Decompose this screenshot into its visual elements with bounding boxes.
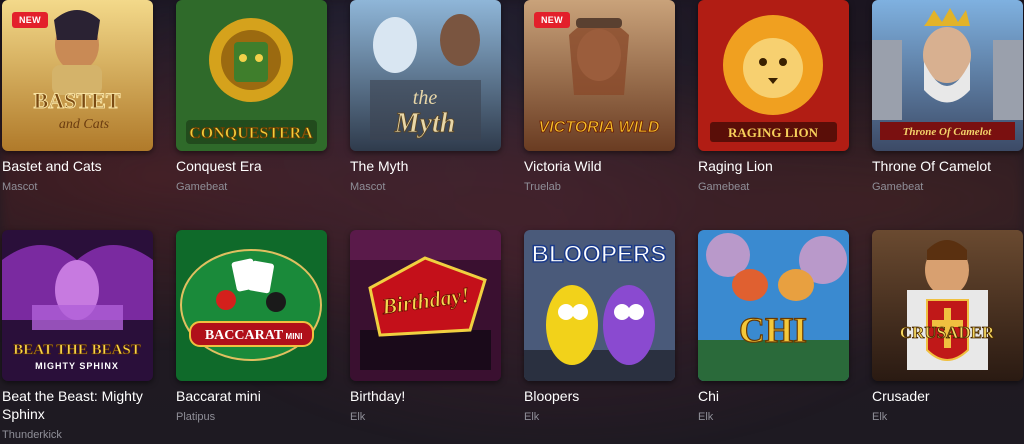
new-badge: NEW <box>12 12 48 28</box>
game-title[interactable]: Raging Lion <box>698 157 849 175</box>
game-card-crusader[interactable]: CRUSADER Crusader Elk <box>872 230 1023 424</box>
game-thumbnail[interactable]: the Myth <box>350 0 501 151</box>
game-card-raging-lion[interactable]: RAGING LION Raging Lion Gamebeat <box>698 0 849 194</box>
game-title[interactable]: Bastet and Cats <box>2 157 153 175</box>
game-provider: Platipus <box>176 411 216 423</box>
game-thumbnail[interactable]: RAGING LION <box>698 0 849 151</box>
game-logo-subtext: MINI <box>286 332 303 341</box>
game-logo-text: BASTET <box>34 88 121 113</box>
game-logo-text: Throne Of Camelot <box>903 126 993 138</box>
game-provider: Mascot <box>350 181 386 193</box>
game-title[interactable]: The Myth <box>350 157 501 175</box>
game-logo-text: BACCARAT <box>205 328 284 343</box>
game-provider: Thunderkick <box>2 429 62 441</box>
game-thumbnail[interactable]: CONQUESTERA <box>176 0 327 151</box>
game-card-throne-of-camelot[interactable]: Throne Of Camelot Throne Of Camelot Game… <box>872 0 1023 194</box>
game-thumbnail[interactable]: VICTORIA WILD NEW <box>524 0 675 151</box>
game-provider: Gamebeat <box>872 181 924 193</box>
game-card-baccarat-mini[interactable]: BACCARAT MINI Baccarat mini Platipus <box>176 230 327 424</box>
game-logo-text: CONQUESTERA <box>189 125 313 142</box>
game-thumbnail[interactable]: CRUSADER <box>872 230 1023 381</box>
game-provider: Gamebeat <box>698 181 750 193</box>
game-logo-subtext: MIGHTY SPHINX <box>35 361 119 371</box>
game-logo-text: CRUSADER <box>900 323 995 342</box>
game-thumbnail[interactable]: CHI <box>698 230 849 381</box>
game-thumbnail[interactable]: BLOOPERS <box>524 230 675 381</box>
game-logo-text: BEAT THE BEAST <box>13 342 141 358</box>
game-thumbnail[interactable]: BEAT THE BEAST MIGHTY SPHINX <box>2 230 153 381</box>
game-card-bloopers[interactable]: BLOOPERS Bloopers Elk <box>524 230 675 424</box>
game-provider: Gamebeat <box>176 181 228 193</box>
game-title[interactable]: Conquest Era <box>176 157 327 175</box>
game-logo-text: RAGING LION <box>728 125 819 140</box>
game-card-conquest-era[interactable]: CONQUESTERA Conquest Era Gamebeat <box>176 0 327 194</box>
game-provider: Elk <box>872 411 888 423</box>
game-card-bastet-and-cats[interactable]: BASTET and Cats NEW Bastet and Cats Masc… <box>2 0 153 194</box>
game-provider: Elk <box>698 411 714 423</box>
game-provider: Truelab <box>524 181 561 193</box>
game-title[interactable]: Bloopers <box>524 387 675 405</box>
game-logo-text: VICTORIA WILD <box>539 119 660 136</box>
game-card-birthday[interactable]: Birthday! Birthday! Elk <box>350 230 501 424</box>
game-title[interactable]: Beat the Beast: Mighty Sphinx <box>2 387 153 423</box>
game-thumbnail[interactable]: BASTET and Cats NEW <box>2 0 153 151</box>
game-logo-text: the <box>413 87 438 109</box>
game-logo-text: BLOOPERS <box>532 241 667 268</box>
game-provider: Elk <box>350 411 366 423</box>
game-logo-subtext: Myth <box>394 108 456 139</box>
game-title[interactable]: Baccarat mini <box>176 387 327 405</box>
game-provider: Elk <box>524 411 540 423</box>
game-provider: Mascot <box>2 181 38 193</box>
game-card-the-myth[interactable]: the Myth The Myth Mascot <box>350 0 501 194</box>
game-card-beat-the-beast[interactable]: BEAT THE BEAST MIGHTY SPHINX Beat the Be… <box>2 230 153 442</box>
game-logo-subtext: and Cats <box>59 117 110 132</box>
game-thumbnail[interactable]: Throne Of Camelot <box>872 0 1023 151</box>
game-title[interactable]: Chi <box>698 387 849 405</box>
game-thumbnail[interactable]: Birthday! <box>350 230 501 381</box>
game-logo-text: CHI <box>739 310 807 350</box>
game-thumbnail[interactable]: BACCARAT MINI <box>176 230 327 381</box>
game-title[interactable]: Crusader <box>872 387 1023 405</box>
new-badge: NEW <box>534 12 570 28</box>
game-title[interactable]: Victoria Wild <box>524 157 675 175</box>
game-title[interactable]: Birthday! <box>350 387 501 405</box>
game-card-victoria-wild[interactable]: VICTORIA WILD NEW Victoria Wild Truelab <box>524 0 675 194</box>
game-card-chi[interactable]: CHI Chi Elk <box>698 230 849 424</box>
game-title[interactable]: Throne Of Camelot <box>872 157 1023 175</box>
blurred-background <box>0 0 1024 444</box>
